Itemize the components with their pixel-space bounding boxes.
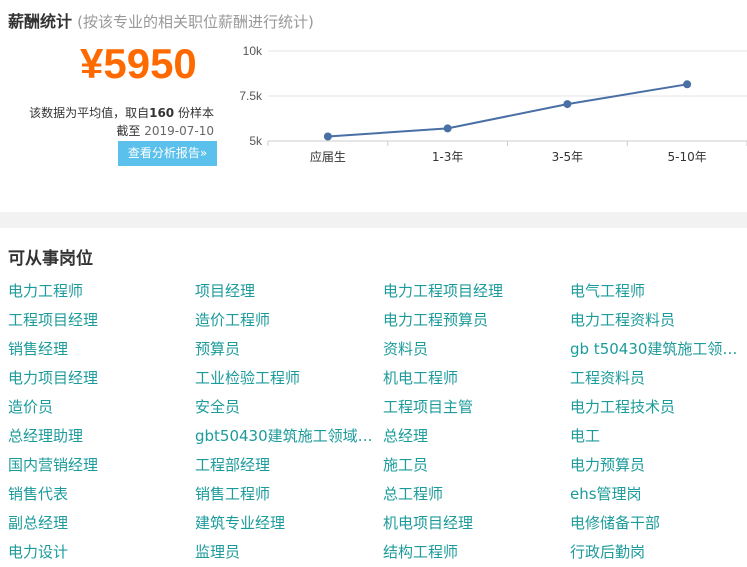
job-link[interactable]: gbt50430建筑施工领域审核员	[195, 425, 383, 454]
job-link[interactable]: 安全员	[195, 396, 383, 425]
job-link[interactable]: ehs管理岗	[570, 483, 747, 512]
job-link[interactable]: 结构工程师	[383, 541, 570, 567]
job-link[interactable]: 电工	[570, 425, 747, 454]
x-tick-label: 5-10年	[668, 150, 707, 164]
job-link[interactable]: 建筑专业经理	[195, 512, 383, 541]
job-link[interactable]: gb t50430建筑施工领域专业岗位	[570, 338, 747, 367]
job-link[interactable]: 工程项目经理	[8, 309, 195, 338]
job-link[interactable]: 监理员	[195, 541, 383, 567]
view-report-button[interactable]: 查看分析报告»	[118, 141, 217, 166]
job-link[interactable]: 销售经理	[8, 338, 195, 367]
job-link[interactable]: 国内营销经理	[8, 454, 195, 483]
sample-note: 该数据为平均值，取自160 份样本	[29, 104, 214, 121]
x-tick-label: 1-3年	[432, 150, 464, 164]
job-link[interactable]: 电气工程师	[570, 280, 747, 309]
chart-svg: 10k 7.5k 5k 应届生 1-3年 3-5年 5-10年	[239, 44, 747, 164]
job-link[interactable]: 电力设计	[8, 541, 195, 567]
job-link[interactable]: 预算员	[195, 338, 383, 367]
job-link[interactable]: 总工程师	[383, 483, 570, 512]
sample-note-suffix: 份样本	[174, 106, 214, 120]
jobs-title: 可从事岗位	[8, 249, 93, 269]
job-link[interactable]: 总经理助理	[8, 425, 195, 454]
jobs-grid: 电力工程师 项目经理 电力工程项目经理 电气工程师工程项目经理 造价工程师 电力工程预算员…	[8, 280, 747, 567]
job-link[interactable]: 工程资料员	[570, 367, 747, 396]
job-link[interactable]: 工业检验工程师	[195, 367, 383, 396]
data-point	[443, 124, 452, 133]
job-link[interactable]: 资料员	[383, 338, 570, 367]
sample-count: 160	[149, 106, 175, 120]
y-tick-label: 10k	[243, 44, 263, 58]
job-link[interactable]: 电力项目经理	[8, 367, 195, 396]
job-link[interactable]: 机电工程师	[383, 367, 570, 396]
job-link[interactable]: 电力预算员	[570, 454, 747, 483]
salary-title: 薪酬统计	[8, 12, 73, 31]
y-tick-label: 7.5k	[239, 89, 263, 103]
data-date: 2019-07-10	[144, 124, 214, 138]
job-link[interactable]: 电力工程技术员	[570, 396, 747, 425]
x-tick-label: 3-5年	[552, 150, 584, 164]
job-link[interactable]: 副总经理	[8, 512, 195, 541]
job-link[interactable]: 行政后勤岗	[570, 541, 747, 567]
job-link[interactable]: 工程部经理	[195, 454, 383, 483]
sample-note-prefix: 该数据为平均值，取自	[29, 106, 150, 120]
job-link[interactable]: 施工员	[383, 454, 570, 483]
job-link[interactable]: 造价员	[8, 396, 195, 425]
series-line	[327, 83, 688, 138]
salary-header: 薪酬统计 (按该专业的相关职位薪酬进行统计)	[8, 8, 314, 32]
salary-subtitle: (按该专业的相关职位薪酬进行统计)	[77, 13, 314, 31]
salary-line-chart: 10k 7.5k 5k 应届生 1-3年 3-5年 5-10年	[230, 36, 747, 166]
data-point	[683, 80, 692, 89]
job-link[interactable]: 电力工程预算员	[383, 309, 570, 338]
job-link[interactable]: 电力工程项目经理	[383, 280, 570, 309]
job-link[interactable]: 工程项目主管	[383, 396, 570, 425]
job-link[interactable]: 电修储备干部	[570, 512, 747, 541]
job-link[interactable]: 总经理	[383, 425, 570, 454]
job-link[interactable]: 销售工程师	[195, 483, 383, 512]
job-link[interactable]: 电力工程资料员	[570, 309, 747, 338]
data-point	[323, 132, 332, 141]
job-link[interactable]: 销售代表	[8, 483, 195, 512]
date-note: 截至 2019-07-10	[116, 122, 214, 139]
job-link[interactable]: 机电项目经理	[383, 512, 570, 541]
date-prefix: 截至	[116, 124, 145, 138]
job-link[interactable]: 电力工程师	[8, 280, 195, 309]
job-link[interactable]: 造价工程师	[195, 309, 383, 338]
average-salary: ¥5950	[80, 40, 197, 87]
y-tick-label: 5k	[249, 134, 263, 148]
job-link[interactable]: 项目经理	[195, 280, 383, 309]
data-point	[563, 100, 572, 109]
x-tick-label: 应届生	[310, 149, 346, 164]
section-divider	[0, 212, 747, 228]
